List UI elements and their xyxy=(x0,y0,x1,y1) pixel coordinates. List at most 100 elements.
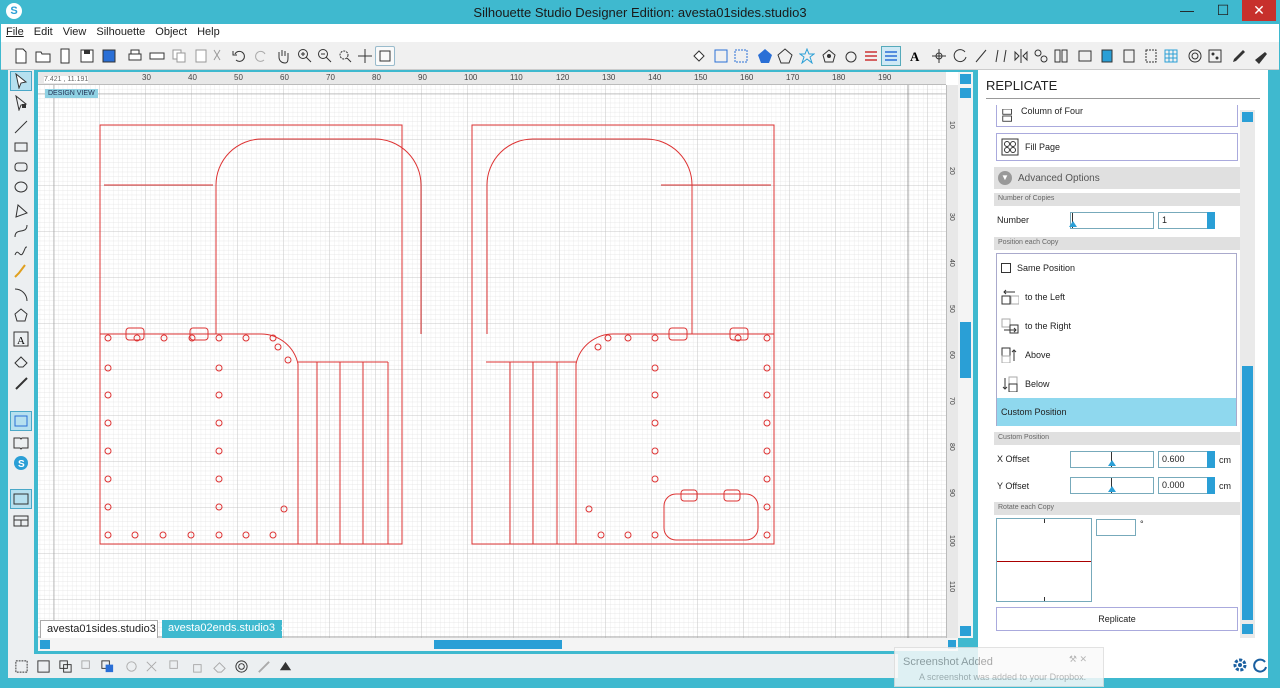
store-icon[interactable] xyxy=(1205,46,1225,66)
menu-silhouette[interactable]: Silhouette xyxy=(91,24,150,40)
trace-image-icon[interactable] xyxy=(1075,46,1095,66)
bring-to-front-icon[interactable] xyxy=(166,657,184,675)
rotate-icon[interactable] xyxy=(951,46,971,66)
split-view-icon[interactable] xyxy=(10,511,32,531)
save-icon[interactable] xyxy=(77,46,97,66)
position-custom[interactable]: Custom Position xyxy=(997,398,1236,426)
position-right[interactable]: to the Right xyxy=(997,312,1236,340)
tab-avesta01sides[interactable]: avesta01sides.studio3x xyxy=(40,620,167,638)
zoom-in-icon[interactable] xyxy=(295,46,315,66)
dropbox-notification[interactable]: Screenshot Added A screenshot was added … xyxy=(894,647,1104,687)
tab-close-icon[interactable]: x xyxy=(281,623,286,634)
panel-scroll-down-icon[interactable] xyxy=(1242,624,1253,634)
line-style-icon[interactable] xyxy=(731,46,751,66)
group-icon[interactable] xyxy=(12,657,30,675)
text-tool-icon[interactable]: A xyxy=(10,329,32,349)
zoom-drag-icon[interactable] xyxy=(355,46,375,66)
print-icon[interactable] xyxy=(125,46,145,66)
library-book-icon[interactable] xyxy=(10,433,32,453)
knife-tool-icon[interactable] xyxy=(10,373,32,393)
toast-settings-icon[interactable]: ⚒ ✕ xyxy=(1069,654,1087,665)
replicate-button[interactable]: Replicate xyxy=(996,607,1238,631)
minimize-button[interactable]: — xyxy=(1172,0,1202,21)
scroll-down-icon[interactable] xyxy=(960,626,971,636)
rectangle-tool-icon[interactable] xyxy=(10,137,32,157)
refresh-icon[interactable] xyxy=(1252,657,1268,673)
design-view-icon[interactable] xyxy=(10,411,32,431)
page-settings-icon[interactable] xyxy=(1097,46,1117,66)
horizontal-scroll-thumb[interactable] xyxy=(434,640,562,649)
close-button[interactable]: ✕ xyxy=(1242,0,1276,21)
column-of-four-button[interactable]: Column of Four xyxy=(996,105,1238,127)
release-compound-path-icon[interactable] xyxy=(78,657,96,675)
modify-icon[interactable] xyxy=(971,46,991,66)
panel-scroll-up-icon[interactable] xyxy=(1242,112,1253,122)
number-input[interactable]: 1 xyxy=(1158,212,1208,229)
smooth-freehand-tool-icon[interactable] xyxy=(10,261,32,281)
scroll-up-fast-icon[interactable] xyxy=(960,88,971,98)
sketch-pen-icon[interactable] xyxy=(1229,46,1249,66)
menu-object[interactable]: Object xyxy=(150,24,192,40)
replicate-icon[interactable] xyxy=(1031,46,1051,66)
curve-tool-icon[interactable] xyxy=(10,221,32,241)
duplicate-icon[interactable] xyxy=(98,657,116,675)
weld-icon[interactable] xyxy=(210,657,228,675)
y-offset-slider[interactable] xyxy=(1070,477,1154,494)
make-compound-path-icon[interactable] xyxy=(56,657,74,675)
menu-file[interactable]: File xyxy=(1,24,29,40)
mirror-icon[interactable] xyxy=(1011,46,1031,66)
maximize-button[interactable]: ☐ xyxy=(1208,0,1238,21)
trace-icon[interactable] xyxy=(797,46,817,66)
open-folder-icon[interactable] xyxy=(33,46,53,66)
library-icon[interactable] xyxy=(55,46,75,66)
send-cut-icon[interactable] xyxy=(147,46,167,66)
redo-icon[interactable] xyxy=(251,46,271,66)
pan-hand-icon[interactable] xyxy=(273,46,293,66)
new-file-icon[interactable] xyxy=(11,46,31,66)
grid-settings-icon[interactable] xyxy=(1161,46,1181,66)
shadow-icon[interactable] xyxy=(755,46,775,66)
delete-icon[interactable] xyxy=(122,657,140,675)
tab-avesta02ends[interactable]: avesta02ends.studio3 x xyxy=(162,620,286,638)
zoom-out-icon[interactable] xyxy=(315,46,335,66)
offset-circles-icon[interactable] xyxy=(232,657,250,675)
undo-icon[interactable] xyxy=(229,46,249,66)
y-offset-input[interactable]: 0.000 xyxy=(1158,477,1208,494)
polygon-tool-icon[interactable] xyxy=(10,201,32,221)
panel-scroll-thumb[interactable] xyxy=(1242,366,1253,620)
cut-settings-icon[interactable] xyxy=(1141,46,1161,66)
offset-icon[interactable] xyxy=(819,46,839,66)
vertical-scroll-thumb[interactable] xyxy=(960,322,971,378)
canvas-horizontal-scrollbar[interactable] xyxy=(38,638,958,651)
cut-scissors-icon[interactable] xyxy=(207,46,227,66)
single-view-icon[interactable] xyxy=(10,489,32,509)
x-offset-spinner[interactable] xyxy=(1207,451,1215,468)
scroll-up-icon[interactable] xyxy=(960,74,971,84)
ellipse-tool-icon[interactable] xyxy=(10,177,32,197)
design-canvas[interactable] xyxy=(38,72,958,638)
eraser-tool-icon[interactable] xyxy=(10,351,32,371)
send-to-silhouette-icon[interactable] xyxy=(1251,46,1271,66)
x-offset-slider[interactable] xyxy=(1070,451,1154,468)
library-panel-icon[interactable] xyxy=(1185,46,1205,66)
nesting-icon[interactable] xyxy=(1051,46,1071,66)
save-library-icon[interactable] xyxy=(99,46,119,66)
arc-tool-icon[interactable] xyxy=(10,285,32,305)
line-color-icon[interactable] xyxy=(711,46,731,66)
regular-polygon-tool-icon[interactable] xyxy=(10,305,32,325)
copy-icon[interactable] xyxy=(169,46,189,66)
canvas-vertical-scrollbar[interactable] xyxy=(958,72,973,638)
new-icon[interactable] xyxy=(841,46,861,66)
align-icon[interactable] xyxy=(929,46,949,66)
fill-color-icon[interactable] xyxy=(689,46,709,66)
knife-bottom-icon[interactable] xyxy=(254,657,272,675)
send-to-back-icon[interactable] xyxy=(186,657,204,675)
rounded-rectangle-tool-icon[interactable] xyxy=(10,157,32,177)
rotation-dial[interactable] xyxy=(996,518,1092,602)
freehand-tool-icon[interactable] xyxy=(10,241,32,261)
rotate-input[interactable] xyxy=(1096,519,1136,536)
x-offset-input[interactable]: 0.600 xyxy=(1158,451,1208,468)
fit-to-page-icon[interactable] xyxy=(375,46,395,66)
panel-scrollbar[interactable] xyxy=(1240,110,1255,638)
line-tool-icon[interactable] xyxy=(10,117,32,137)
